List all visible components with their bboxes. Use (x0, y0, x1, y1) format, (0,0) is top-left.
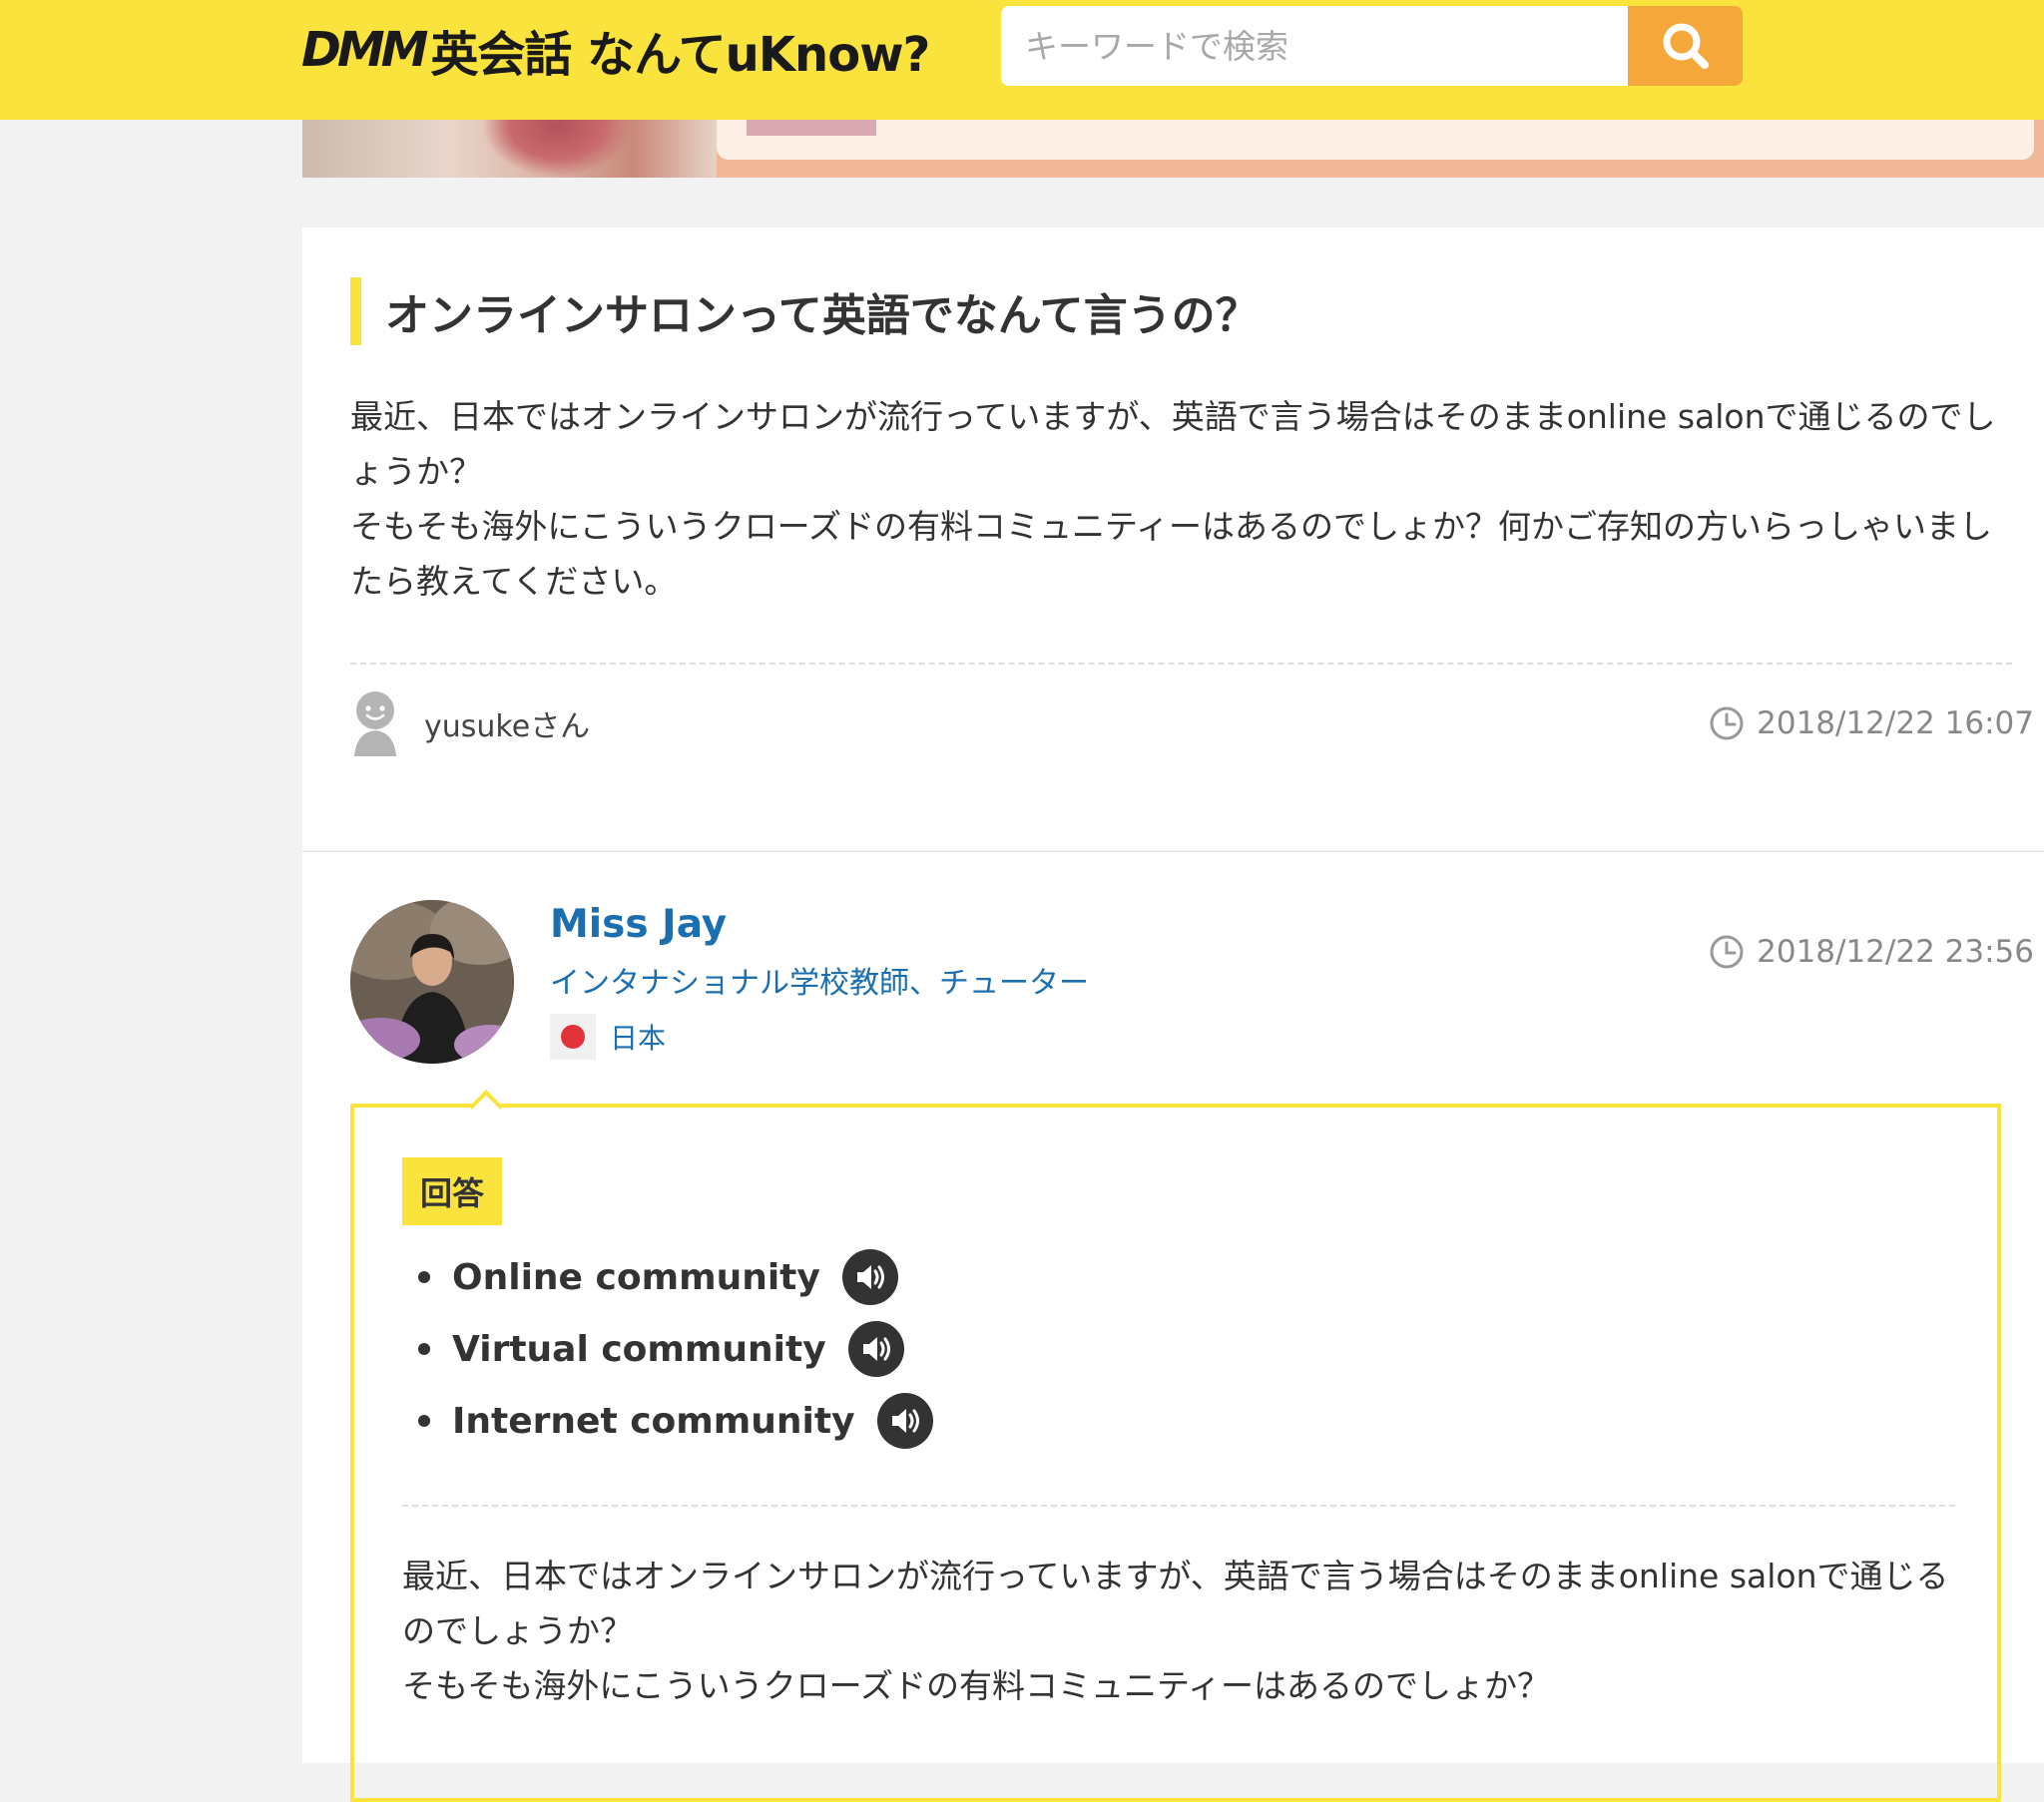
divider (350, 663, 2012, 665)
asker-name: yusukeさん (424, 709, 591, 744)
logo-brand: DMM (301, 22, 428, 78)
speech-arrow (469, 1090, 503, 1124)
answerer-country: 日本 (550, 1014, 666, 1060)
phrase-item: Virtual community (402, 1313, 933, 1385)
question-title: オンラインサロンって英語でなんて言うの？ (350, 277, 1260, 345)
answer-timestamp-text: 2018/12/22 23:56 (1757, 934, 2034, 970)
question-paragraph: 最近、日本ではオンラインサロンが流行っていますが、英語で言う場合はそのままonl… (350, 397, 1996, 491)
answerer-name[interactable]: Miss Jay (550, 902, 727, 947)
search-input[interactable] (1001, 6, 1628, 86)
phrase-list: Online community Virtual community Inter… (402, 1241, 933, 1457)
clock-icon (1710, 706, 1744, 740)
bullet (418, 1343, 430, 1355)
site-logo[interactable]: DMM 英会話 なんてuKnow? (301, 18, 930, 83)
banner-card (717, 120, 2034, 160)
play-audio-button[interactable] (876, 1393, 933, 1449)
phrase-item: Internet community (402, 1385, 933, 1457)
speaker-icon (862, 1337, 890, 1361)
divider (402, 1505, 1955, 1507)
promo-banner[interactable] (302, 120, 2044, 178)
question-card: オンラインサロンって英語でなんて言うの？ 最近、日本ではオンラインサロンが流行っ… (302, 227, 2044, 850)
speaker-icon (891, 1409, 919, 1433)
search-box (1001, 6, 1628, 86)
answer-badge: 回答 (402, 1157, 503, 1225)
answer-timestamp: 2018/12/22 23:56 (1709, 932, 2034, 972)
flag-japan-icon (550, 1014, 596, 1060)
question-timestamp-text: 2018/12/22 16:07 (1757, 705, 2034, 741)
speaker-icon (856, 1265, 884, 1289)
question-paragraph: そもそも海外にこういうクローズドの有料コミュニティーはあるのでしょか？何かご存知… (350, 507, 1993, 601)
answerer-title: インタナショナル学校教師、チューター (550, 966, 1089, 1001)
answer-card: Miss Jay インタナショナル学校教師、チューター 日本 2018/12/2… (302, 851, 2044, 1802)
site-header: DMM 英会話 なんてuKnow? (0, 0, 2044, 120)
bullet (418, 1415, 430, 1427)
play-audio-button[interactable] (847, 1321, 904, 1377)
answer-paragraph: 最近、日本ではオンラインサロンが流行っていますが、英語で言う場合はそのままonl… (402, 1557, 1949, 1650)
question-body: 最近、日本ではオンラインサロンが流行っていますが、英語で言う場合はそのままonl… (350, 389, 1997, 609)
logo-tagline: 英会話 なんてuKnow? (430, 27, 930, 83)
phrase-text: Virtual community (452, 1328, 826, 1370)
asker-info: yusukeさん (350, 688, 590, 758)
clock-icon (1710, 935, 1744, 969)
answer-body: 最近、日本ではオンラインサロンが流行っていますが、英語で言う場合はそのままonl… (402, 1549, 1955, 1713)
search-button[interactable] (1628, 6, 1743, 86)
search-icon (1663, 23, 1709, 69)
answer-paragraph: そもそも海外にこういうクローズドの有料コミュニティーはあるのでしょか？ (402, 1666, 1551, 1705)
answerer-country-label: 日本 (610, 1022, 667, 1055)
question-timestamp: 2018/12/22 16:07 (1709, 703, 2034, 743)
avatar-photo (350, 900, 514, 1064)
phrase-item: Online community (402, 1241, 933, 1313)
phrase-text: Internet community (452, 1400, 855, 1442)
bullet (418, 1271, 430, 1283)
play-audio-button[interactable] (841, 1249, 898, 1305)
user-icon (354, 691, 396, 756)
answer-box: 回答 Online community Virtual community In… (350, 1090, 2001, 1802)
phrase-text: Online community (452, 1256, 820, 1298)
answerer-avatar[interactable] (350, 900, 514, 1064)
banner-photo-detail (482, 120, 632, 178)
banner-thumbnail (747, 120, 876, 136)
